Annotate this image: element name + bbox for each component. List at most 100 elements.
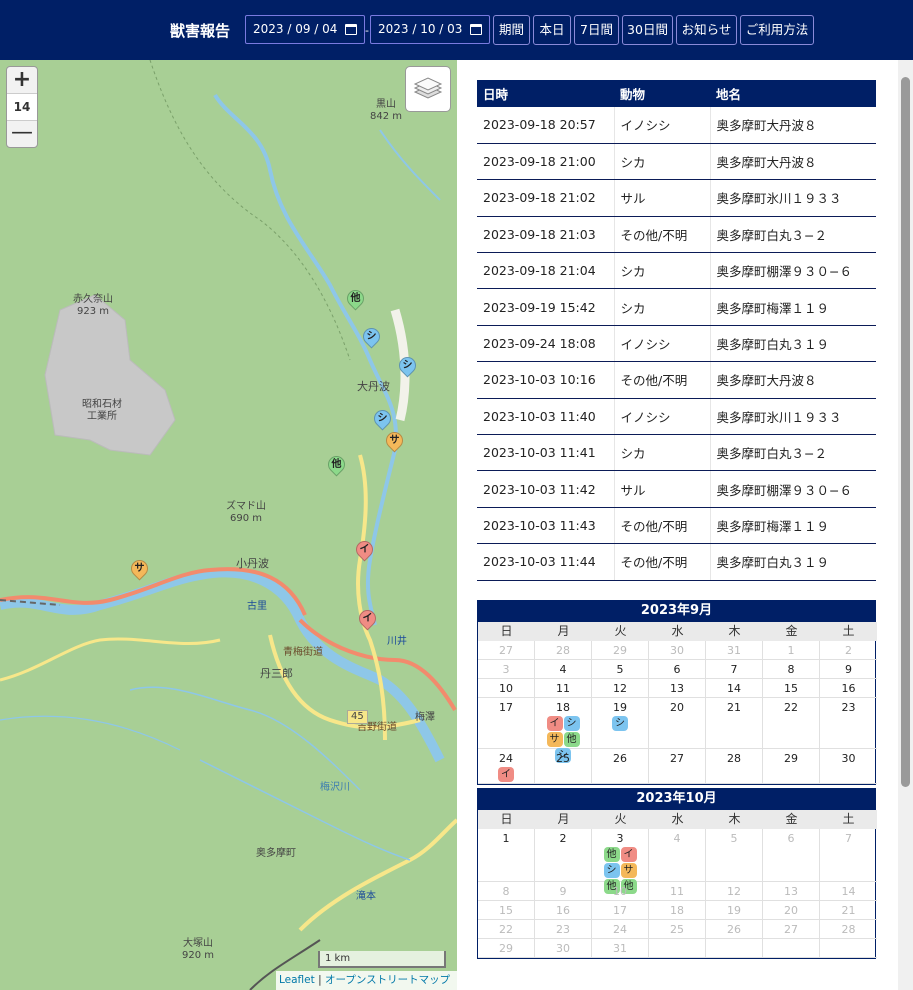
calendar-day[interactable]: 10: [478, 679, 535, 698]
calendar-day[interactable]: 21: [706, 698, 763, 749]
calendar-day[interactable]: 11: [535, 679, 592, 698]
calendar-day[interactable]: [649, 939, 706, 958]
column-header-animal[interactable]: 動物: [614, 80, 710, 107]
calendar-icon[interactable]: [345, 24, 357, 35]
calendar-day[interactable]: 3他イシサ他他: [592, 829, 649, 894]
calendar-day[interactable]: 14: [706, 679, 763, 698]
calendar-day[interactable]: 10: [592, 882, 649, 901]
map-marker[interactable]: シ: [359, 324, 384, 352]
calendar-day[interactable]: 27: [763, 920, 820, 939]
calendar-day[interactable]: 21: [820, 901, 877, 920]
zoom-out-button[interactable]: —: [7, 121, 37, 147]
event-badge[interactable]: イ: [620, 847, 637, 862]
calendar-day[interactable]: 30: [535, 939, 592, 958]
calendar-day[interactable]: 29: [478, 939, 535, 958]
calendar-day[interactable]: 24 イ: [478, 749, 535, 784]
today-button[interactable]: 本日: [533, 15, 571, 45]
leaflet-link[interactable]: Leaflet: [279, 974, 315, 986]
calendar-day[interactable]: 6: [763, 829, 820, 882]
calendar-day[interactable]: 15: [478, 901, 535, 920]
calendar-day[interactable]: 4: [535, 660, 592, 679]
calendar-day[interactable]: 18 イシサ他シ: [535, 698, 592, 763]
calendar-day[interactable]: 13: [649, 679, 706, 698]
table-row[interactable]: 2023-09-19 15:42 シカ 奥多摩町梅澤１１９: [477, 288, 876, 326]
calendar-day[interactable]: 29: [592, 641, 649, 660]
calendar-day[interactable]: 14: [820, 882, 877, 901]
calendar-day[interactable]: 8: [763, 660, 820, 679]
calendar-day[interactable]: 6: [649, 660, 706, 679]
table-row[interactable]: 2023-10-03 11:44 その他/不明 奥多摩町白丸３１９: [477, 543, 876, 581]
calendar-day[interactable]: 2: [820, 641, 877, 660]
calendar-day[interactable]: 31: [706, 641, 763, 660]
calendar-day[interactable]: 19 シ: [592, 698, 649, 749]
calendar-day[interactable]: 16: [820, 679, 877, 698]
event-badge[interactable]: 他: [563, 732, 580, 747]
calendar-day[interactable]: 8: [478, 882, 535, 901]
event-badge[interactable]: イ: [498, 767, 514, 782]
table-row[interactable]: 2023-10-03 11:41 シカ 奥多摩町白丸３−２: [477, 434, 876, 472]
calendar-day[interactable]: 30: [820, 749, 877, 784]
table-row[interactable]: 2023-09-24 18:08 イノシシ 奥多摩町白丸３１９: [477, 325, 876, 363]
table-row[interactable]: 2023-10-03 11:42 サル 奥多摩町棚澤９３０−６: [477, 470, 876, 508]
calendar-day[interactable]: 5: [592, 660, 649, 679]
calendar-day[interactable]: 17: [592, 901, 649, 920]
calendar-day[interactable]: 23: [820, 698, 877, 749]
event-badge[interactable]: シ: [563, 716, 580, 731]
event-badge[interactable]: イ: [546, 716, 563, 731]
calendar-day[interactable]: 3: [478, 660, 535, 679]
event-badge[interactable]: シ: [603, 863, 620, 878]
event-badge[interactable]: サ: [620, 863, 637, 878]
calendar-day[interactable]: 15: [763, 679, 820, 698]
map-marker[interactable]: 他: [324, 452, 349, 480]
calendar-day[interactable]: 28: [820, 920, 877, 939]
calendar-day[interactable]: 31: [592, 939, 649, 958]
calendar-day[interactable]: 30: [649, 641, 706, 660]
calendar-day[interactable]: 26: [592, 749, 649, 784]
calendar-day[interactable]: 26: [706, 920, 763, 939]
table-row[interactable]: 2023-09-18 21:00 シカ 奥多摩町大丹波８: [477, 143, 876, 181]
calendar-day[interactable]: 29: [763, 749, 820, 784]
calendar-day[interactable]: 28: [706, 749, 763, 784]
calendar-day[interactable]: 24: [592, 920, 649, 939]
calendar-day[interactable]: 2: [535, 829, 592, 882]
column-header-place[interactable]: 地名: [710, 80, 876, 107]
calendar-day[interactable]: 25: [535, 749, 592, 784]
table-row[interactable]: 2023-10-03 11:40 イノシシ 奥多摩町氷川１９３３: [477, 398, 876, 436]
calendar-day[interactable]: 9: [820, 660, 877, 679]
map-marker[interactable]: シ: [395, 353, 420, 381]
date-from-input[interactable]: 2023 / 09 / 04: [245, 15, 365, 44]
calendar-day[interactable]: 25: [649, 920, 706, 939]
calendar-day[interactable]: [763, 939, 820, 958]
calendar-day[interactable]: 16: [535, 901, 592, 920]
calendar-day[interactable]: 12: [706, 882, 763, 901]
thirty-days-button[interactable]: 30日間: [622, 15, 673, 45]
table-row[interactable]: 2023-09-18 21:04 シカ 奥多摩町棚澤９３０−６: [477, 252, 876, 290]
table-row[interactable]: 2023-10-03 11:43 その他/不明 奥多摩町梅澤１１９: [477, 507, 876, 545]
event-badge[interactable]: 他: [603, 847, 620, 862]
table-row[interactable]: 2023-09-18 21:02 サル 奥多摩町氷川１９３３: [477, 179, 876, 217]
map-marker[interactable]: 他: [343, 286, 368, 314]
news-button[interactable]: お知らせ: [676, 15, 737, 45]
period-button[interactable]: 期間: [493, 15, 530, 45]
calendar-day[interactable]: 22: [478, 920, 535, 939]
calendar-day[interactable]: 7: [820, 829, 877, 882]
table-row[interactable]: 2023-09-18 21:03 その他/不明 奥多摩町白丸３−２: [477, 216, 876, 254]
date-to-input[interactable]: 2023 / 10 / 03: [370, 15, 490, 44]
table-row[interactable]: 2023-09-18 20:57 イノシシ 奥多摩町大丹波８: [477, 107, 876, 144]
seven-days-button[interactable]: 7日間: [574, 15, 619, 45]
layers-button[interactable]: [405, 66, 451, 112]
calendar-day[interactable]: 12: [592, 679, 649, 698]
calendar-day[interactable]: [706, 939, 763, 958]
calendar-day[interactable]: 27: [478, 641, 535, 660]
osm-link[interactable]: オープンストリートマップ: [325, 974, 450, 986]
map-marker[interactable]: イ: [355, 606, 380, 634]
calendar-day[interactable]: [820, 939, 877, 958]
calendar-day[interactable]: 20: [763, 901, 820, 920]
map-marker[interactable]: シ: [370, 406, 395, 434]
calendar-day[interactable]: 27: [649, 749, 706, 784]
calendar-day[interactable]: 13: [763, 882, 820, 901]
calendar-day[interactable]: 1: [478, 829, 535, 882]
calendar-day[interactable]: 9: [535, 882, 592, 901]
calendar-day[interactable]: 7: [706, 660, 763, 679]
map-marker[interactable]: サ: [382, 428, 407, 456]
